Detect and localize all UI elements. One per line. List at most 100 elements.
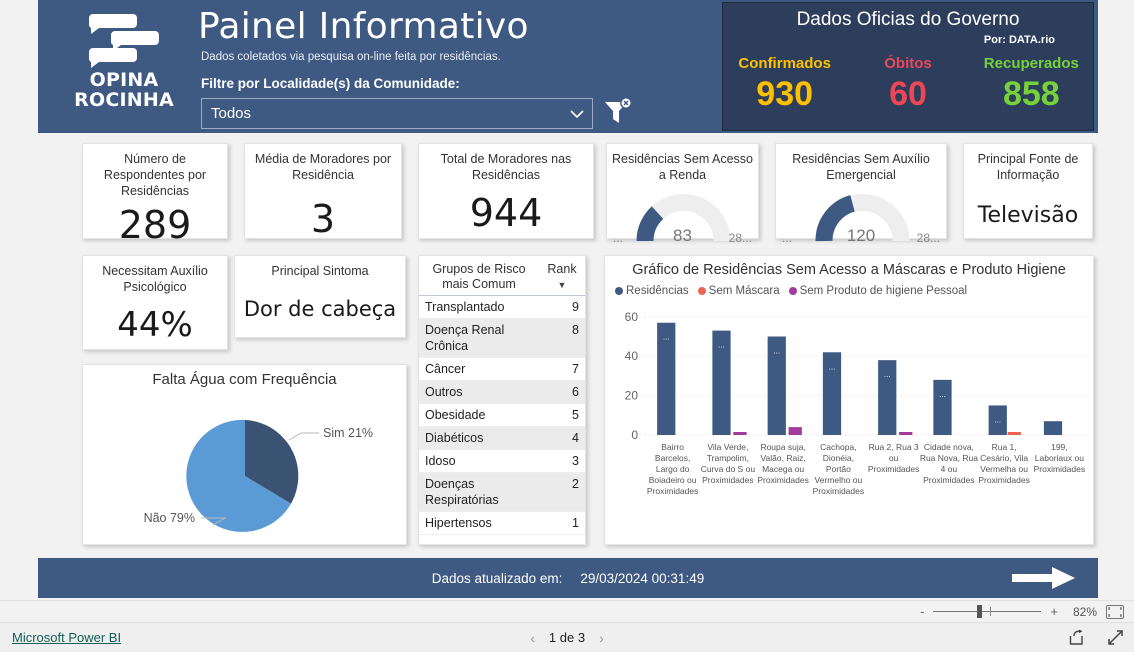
cell-rank: 2 (539, 472, 585, 512)
table-col-header-grupo[interactable]: Grupos de Risco mais Comum (419, 256, 539, 296)
risk-groups-table[interactable]: Grupos de Risco mais Comum Rank ▼ Transp… (418, 255, 586, 545)
kpi-card-fonte-informacao[interactable]: Principal Fonte de Informação Televisão (963, 143, 1093, 239)
bar-data-label: ... (994, 415, 1001, 424)
gov-metric-confirmados: Confirmados 930 (723, 55, 846, 116)
kpi-card-media-moradores[interactable]: Média de Moradores por Residência 3 (244, 143, 402, 241)
table-row[interactable]: Idoso 3 (419, 449, 585, 473)
zoom-out-button[interactable]: - (920, 605, 924, 618)
gauge-visual: ... 28... 120 (776, 185, 946, 247)
gov-metric-value: 858 (1002, 75, 1060, 113)
x-axis-tick-label: 199,Laboriaux ouProximidades (1034, 442, 1086, 474)
gov-metric-recuperados: Recuperados 858 (970, 55, 1093, 116)
gov-metric-value: 60 (889, 75, 927, 113)
table-row[interactable]: Obesidade 5 (419, 403, 585, 427)
kpi-card-value: 289 (118, 203, 192, 247)
bar-sem-produto-higiene[interactable] (733, 432, 747, 435)
fit-to-page-icon[interactable] (1106, 604, 1124, 619)
table-row[interactable]: Transplantado 9 (419, 295, 585, 319)
gauge-card-title: Residências Sem Acesso a Renda (611, 152, 754, 182)
svg-text:Rua 2, Rua 3: Rua 2, Rua 3 (869, 442, 919, 452)
zoom-in-button[interactable]: + (1050, 605, 1058, 618)
cell-rank: 4 (539, 426, 585, 450)
svg-text:Proximidades: Proximidades (868, 464, 920, 474)
bar-data-label: ... (718, 341, 725, 350)
y-axis-tick-label: 60 (625, 310, 639, 324)
status-bar: Microsoft Power BI ‹ 1 de 3 › (0, 622, 1134, 652)
kpi-card-principal-sintoma[interactable]: Principal Sintoma Dor de cabeça (234, 255, 406, 338)
table-col-header-rank[interactable]: Rank ▼ (539, 256, 585, 296)
chevron-left-icon[interactable]: ‹ (530, 630, 535, 646)
legend-item-sem-mascara[interactable]: Sem Máscara (697, 285, 780, 297)
table-row[interactable]: Diabéticos 4 (419, 426, 585, 450)
bar-chart-plot-area: 0 20 40 60... Bairro Barcelos, Largo do Boiadei… (605, 297, 1095, 502)
legend-swatch-icon (788, 287, 797, 295)
pie-chart-falta-agua[interactable]: Falta Água com Frequência Sim 21% Não 79… (82, 364, 407, 545)
bar-sem-mascara[interactable] (1007, 432, 1021, 435)
svg-text:Proximidades: Proximidades (923, 475, 975, 485)
cell-grupo: Câncer (419, 357, 539, 381)
bar-data-label: ... (939, 390, 946, 399)
cell-rank: 7 (539, 357, 585, 381)
table-row[interactable]: Doenças Respiratórias 2 (419, 472, 585, 512)
zoom-slider[interactable] (933, 605, 1042, 618)
pie-chart-visual: Sim 21% Não 79% (144, 419, 373, 532)
gov-panel-title: Dados Oficias do Governo (796, 9, 1020, 30)
kpi-card-total-moradores[interactable]: Total de Moradores nas Residências 944 (418, 143, 594, 239)
bar-chart-mascaras-higiene[interactable]: Gráfico de Residências Sem Acesso a Másc… (604, 255, 1094, 545)
bar-data-label: ... (884, 370, 891, 379)
bar-sem-produto-higiene[interactable] (899, 432, 913, 435)
table-row[interactable]: Câncer 7 (419, 357, 585, 381)
kpi-card-title: Número de Respondentes por Residências (103, 152, 207, 198)
speech-bubbles-icon (89, 14, 159, 68)
gauge-card-sem-auxilio-emergencial[interactable]: Residências Sem Auxílio Emergencial ... … (775, 143, 947, 245)
legend-item-sem-produto-higiene[interactable]: Sem Produto de higiene Pessoal (788, 285, 967, 297)
page-indicator: 1 de 3 (548, 630, 586, 645)
arrow-right-icon[interactable] (1012, 566, 1076, 590)
gauge-card-sem-acesso-renda[interactable]: Residências Sem Acesso a Renda ... 28...… (606, 143, 759, 245)
svg-text:Cidade nova,: Cidade nova, (924, 442, 974, 452)
svg-text:Vermelho ou: Vermelho ou (815, 475, 863, 485)
x-axis-tick-label: BairroBarcelos,Largo doBoiadeiro ouProxi… (647, 442, 699, 496)
page-navigator: ‹ 1 de 3 › (530, 630, 604, 646)
table-row[interactable]: Doença Renal Crônica 8 (419, 318, 585, 358)
svg-text:Cachopa,: Cachopa, (820, 442, 856, 452)
table-header-row: Grupos de Risco mais Comum Rank ▼ (419, 256, 585, 296)
kpi-card-auxilio-psicologico[interactable]: Necessitam Auxílio Psicológico 44% (82, 255, 228, 350)
svg-text:Portão: Portão (826, 464, 851, 474)
kpi-card-title: Principal Fonte de Informação (977, 152, 1079, 182)
legend-item-residencias[interactable]: Residências (615, 285, 689, 297)
clear-filter-icon[interactable] (601, 96, 633, 128)
sort-descending-icon: ▼ (557, 280, 567, 290)
zoom-percent-label: 82% (1072, 604, 1097, 619)
gauge-value: 83 (673, 226, 692, 245)
svg-text:Largo do: Largo do (656, 464, 690, 474)
chevron-right-icon[interactable]: › (599, 630, 604, 646)
power-bi-brand-link[interactable]: Microsoft Power BI (12, 630, 121, 645)
kpi-card-value: Dor de cabeça (243, 297, 397, 321)
cell-grupo: Idoso (419, 449, 539, 473)
bar-residencias[interactable] (1043, 421, 1063, 435)
svg-text:4 ou: 4 ou (941, 464, 958, 474)
cell-grupo: Outros (419, 380, 539, 404)
report-canvas: OPINA ROCINHA Painel Informativo Dados c… (38, 0, 1098, 600)
bar-residencias[interactable] (933, 379, 952, 435)
share-icon[interactable] (1068, 629, 1085, 646)
fullscreen-icon[interactable] (1107, 629, 1124, 646)
table-row[interactable]: Hipertensos 1 (419, 511, 585, 535)
svg-text:Curva do S ou: Curva do S ou (701, 464, 756, 474)
svg-text:Vila Verde,: Vila Verde, (707, 442, 748, 452)
svg-text:Macega ou: Macega ou (762, 464, 804, 474)
cell-grupo: Hipertensos (419, 511, 539, 535)
gauge-card-title: Residências Sem Auxílio Emergencial (792, 152, 930, 182)
locality-slicer[interactable]: Todos (201, 98, 593, 129)
bar-sem-produto-higiene[interactable] (788, 427, 802, 435)
table-row[interactable]: Outros 6 (419, 380, 585, 404)
kpi-card-value: 44% (117, 305, 193, 345)
kpi-card-respondentes[interactable]: Número de Respondentes por Residências 2… (82, 143, 228, 247)
cell-rank: 3 (539, 449, 585, 473)
government-data-panel: Dados Oficias do Governo Por: DATA.rio C… (722, 2, 1094, 131)
footer-update-label: Dados atualizado em: (431, 570, 563, 586)
zoom-slider-thumb[interactable] (977, 605, 983, 618)
y-axis-tick-label: 20 (625, 389, 639, 403)
svg-text:Rua 1,: Rua 1, (992, 442, 1017, 452)
